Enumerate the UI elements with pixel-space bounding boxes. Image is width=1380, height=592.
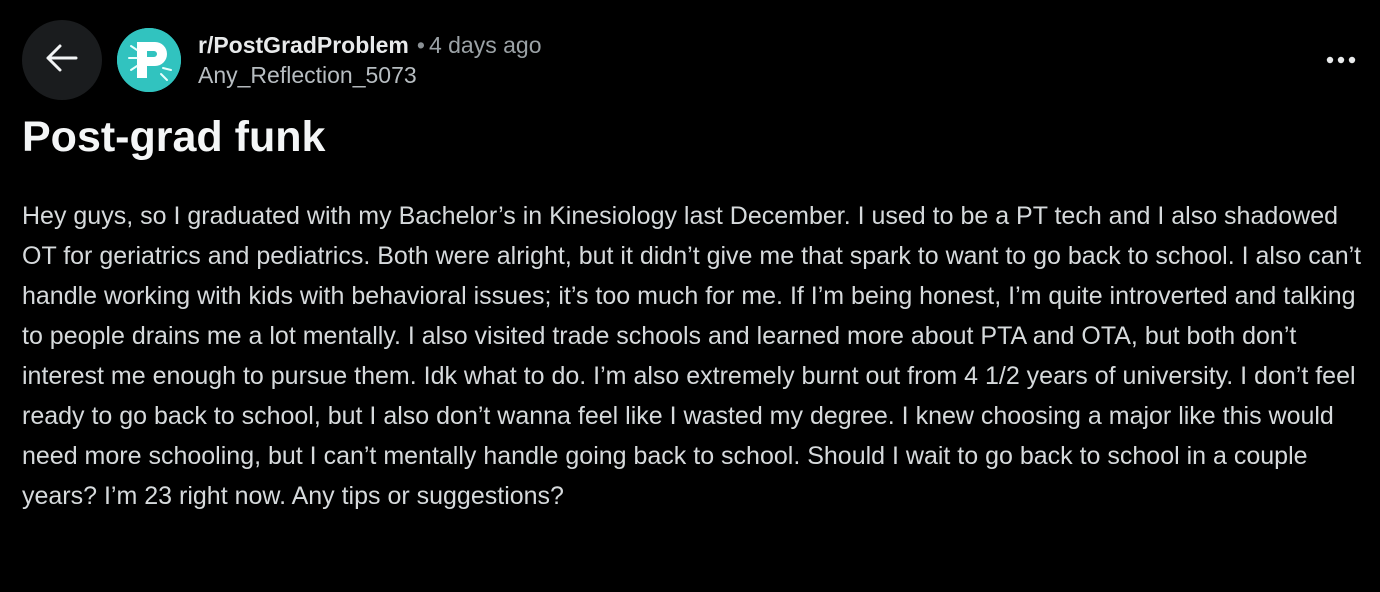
post-body: Hey guys, so I graduated with my Bachelo… xyxy=(22,202,1362,510)
post-timestamp: 4 days ago xyxy=(428,32,542,58)
subreddit-avatar[interactable] xyxy=(117,28,181,92)
post-meta: r/PostGradProblem • 4 days ago Any_Reflect… xyxy=(198,30,541,90)
subreddit-logo-p-icon xyxy=(117,28,181,92)
more-options-button[interactable] xyxy=(1324,46,1358,74)
meta-separator: • xyxy=(416,32,425,58)
subreddit-link[interactable]: r/PostGradProblem xyxy=(198,32,409,58)
author-link[interactable]: Any_Reflection_5073 xyxy=(198,60,541,90)
post-title: Post-grad funk xyxy=(22,113,326,161)
back-button[interactable] xyxy=(22,20,102,100)
more-horizontal-icon xyxy=(1326,51,1356,69)
arrow-left-icon xyxy=(42,38,82,83)
